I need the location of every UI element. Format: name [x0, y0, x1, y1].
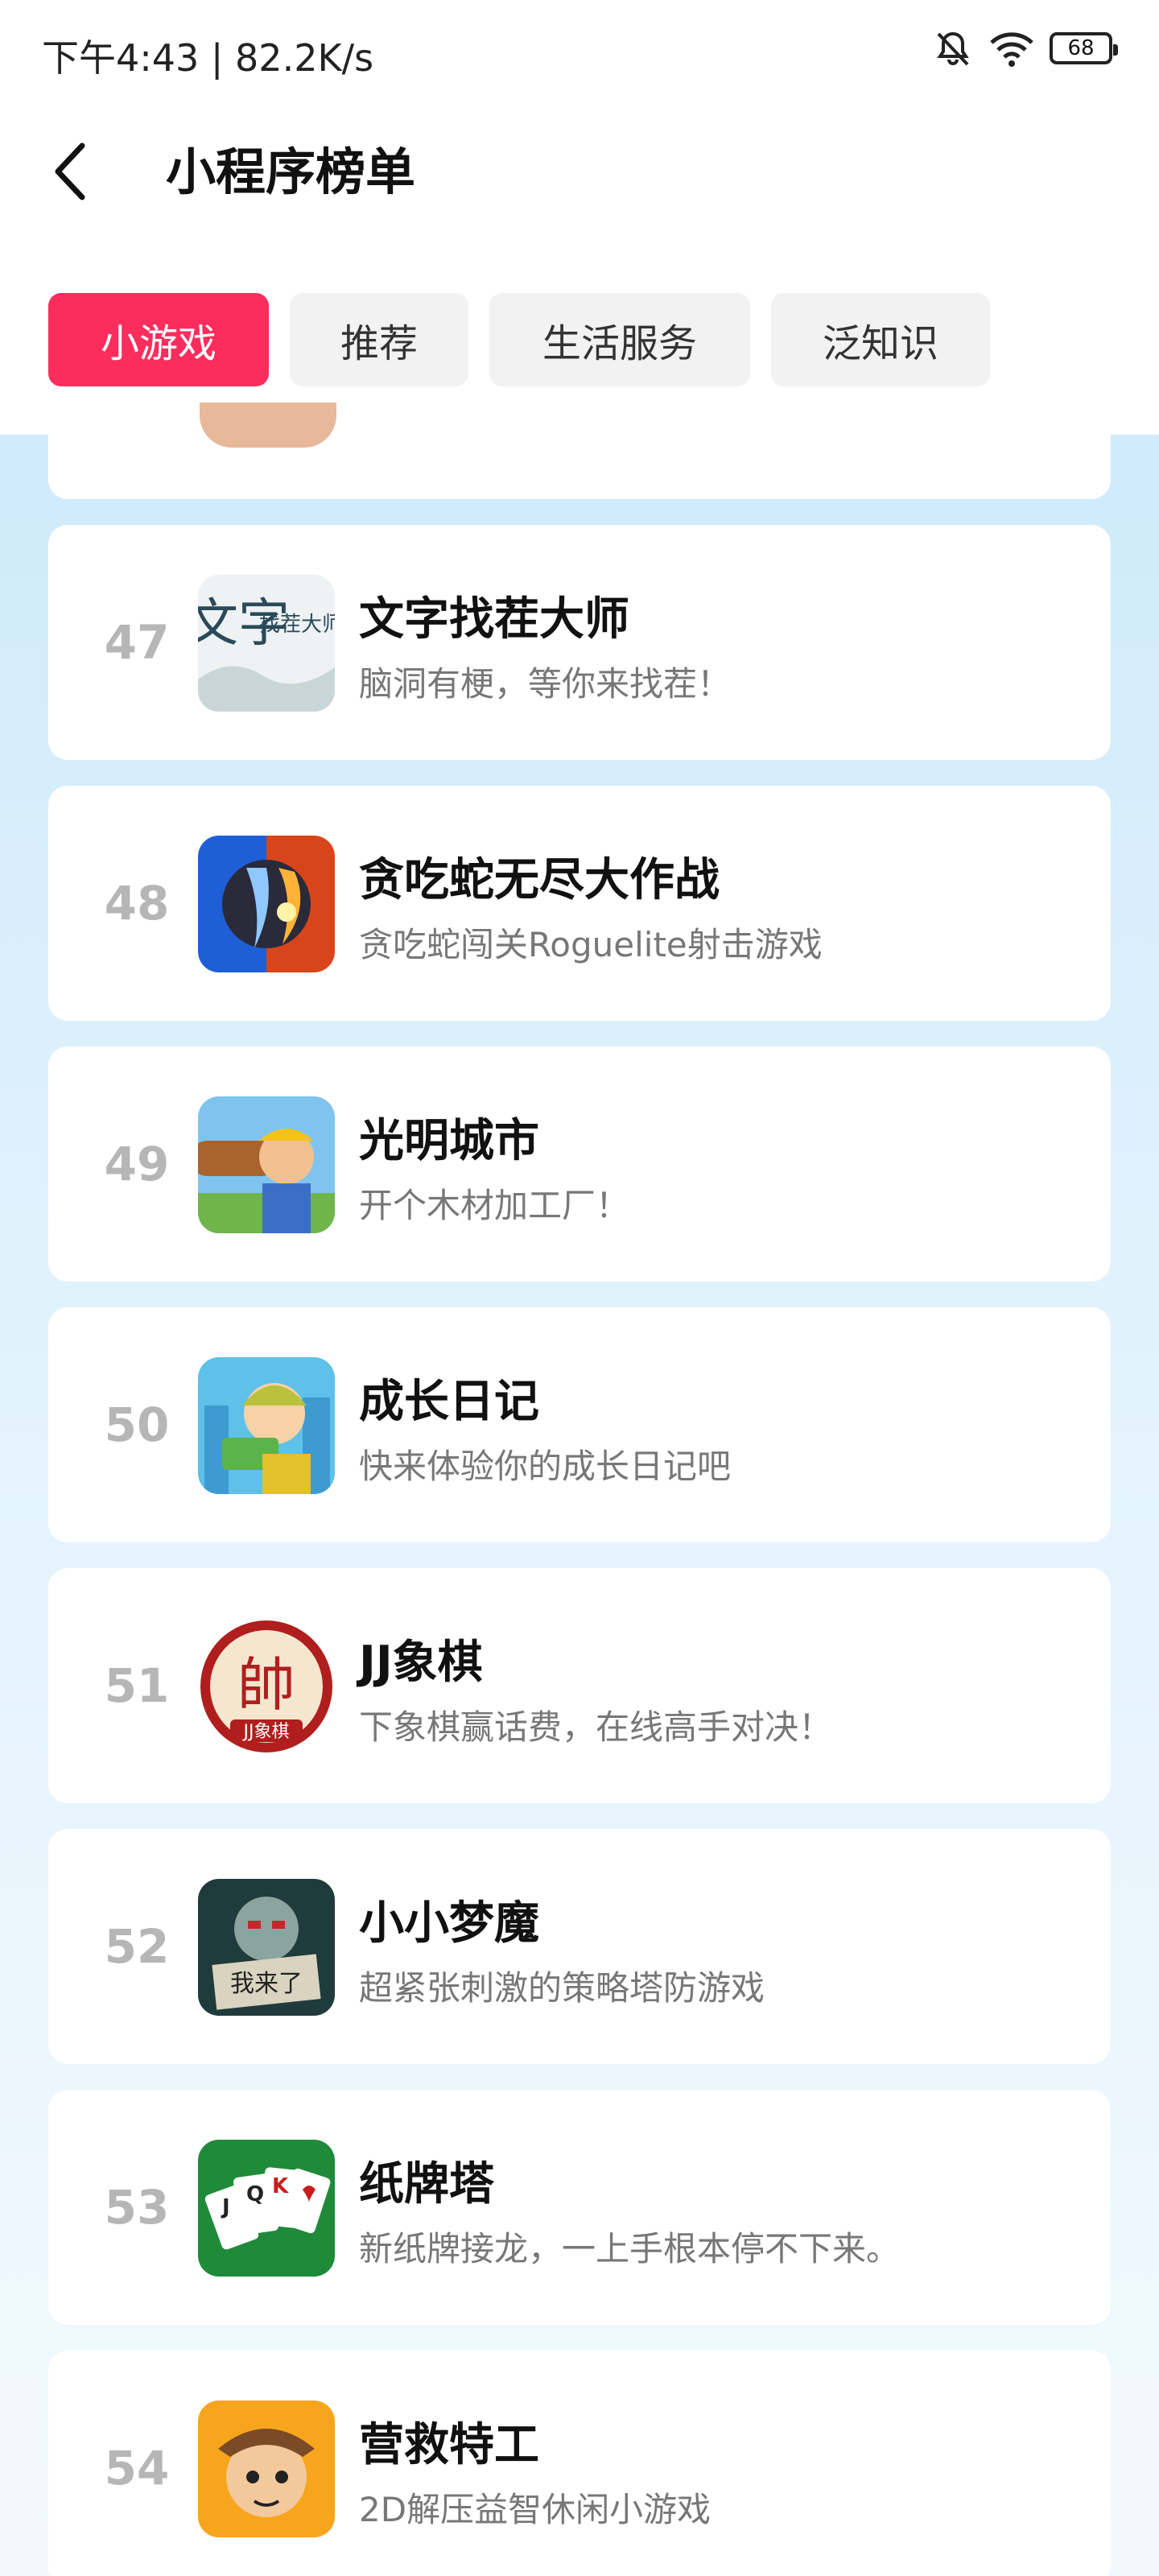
- tab-mini-games[interactable]: 小游戏: [48, 293, 269, 386]
- bell-muted-icon: [937, 31, 969, 66]
- tab-knowledge[interactable]: 泛知识: [771, 293, 990, 386]
- list-item[interactable]: 49 光明城市 开个木材加工厂！: [48, 1046, 1111, 1282]
- game-icon: [198, 1357, 335, 1494]
- game-icon: 文字 找茬大师: [198, 575, 335, 712]
- game-name: 小小梦魔: [359, 1897, 539, 1950]
- rank-number: 51: [104, 1658, 170, 1713]
- game-description: 开个木材加工厂！: [359, 1186, 630, 1225]
- status-bar: 下午4:43 | 82.2K/s 68: [0, 0, 1159, 105]
- icon-text-sub: JJ象棋: [242, 1722, 290, 1742]
- header: 小程序榜单 小游戏 推荐 生活服务 泛知识: [0, 105, 1159, 435]
- svg-text:K: K: [272, 2174, 289, 2198]
- game-description: 超紧张刺激的策略塔防游戏: [359, 1968, 765, 2008]
- chevron-left-icon: [55, 142, 85, 200]
- svg-text:Q: Q: [246, 2182, 264, 2207]
- game-description: 新纸牌接龙，一上手根本停不下来。: [359, 2229, 901, 2268]
- rank-number: 50: [104, 1397, 170, 1452]
- game-icon: J Q K: [198, 2140, 335, 2277]
- game-name: 贪吃蛇无尽大作战: [359, 854, 720, 906]
- battery-level: 68: [1067, 36, 1095, 60]
- rank-number: 48: [104, 876, 170, 931]
- icon-text-sub: 我来了: [230, 1970, 303, 1998]
- rank-number: 53: [104, 2180, 170, 2235]
- game-icon: [198, 2401, 335, 2537]
- list-item[interactable]: 52 我来了 小小梦魔 超紧张刺激的策略塔防游戏: [48, 1829, 1111, 2064]
- category-tabs: 小游戏 推荐 生活服务 泛知识: [48, 293, 990, 386]
- list-item[interactable]: 48 贪吃蛇无尽大作战 贪吃蛇闯关Roguelite射击游戏: [48, 786, 1111, 1021]
- game-icon: [198, 1096, 335, 1233]
- wifi-icon: [990, 32, 1033, 67]
- game-icon: 帥 JJ象棋: [198, 1618, 335, 1755]
- game-description: 快来体验你的成长日记吧: [359, 1447, 732, 1486]
- status-time: 下午4:43 | 82.2K/s: [42, 36, 374, 80]
- game-name: 营救特工: [359, 2419, 539, 2471]
- game-description: 下象棋赢话费，在线高手对决！: [359, 1707, 833, 1747]
- game-name: JJ象棋: [359, 1637, 483, 1689]
- list-item[interactable]: 50 成长日记 快来体验你的成长日记吧: [48, 1307, 1111, 1542]
- game-icon: [198, 836, 335, 972]
- list-item-partial[interactable]: [48, 402, 1111, 499]
- list-item[interactable]: 47 文字 找茬大师 文字找茬大师 脑洞有梗，等你来找茬！: [48, 525, 1111, 760]
- status-icons: 68: [932, 27, 1118, 69]
- game-description: 贪吃蛇闯关Roguelite射击游戏: [359, 925, 823, 964]
- svg-text:J: J: [221, 2195, 230, 2219]
- back-button[interactable]: [50, 135, 106, 208]
- rank-number: 49: [104, 1137, 170, 1191]
- game-icon: 我来了: [198, 1879, 335, 2016]
- battery-icon: 68: [1050, 32, 1118, 64]
- game-icon-partial: [200, 402, 336, 448]
- list-item[interactable]: 54 营救特工 2D解压益智休闲小游戏: [48, 2351, 1111, 2576]
- rank-number: 47: [104, 615, 170, 670]
- icon-text-side: 找茬大师: [259, 613, 335, 636]
- game-name: 成长日记: [359, 1376, 539, 1428]
- list-item[interactable]: 53 J Q K 纸牌塔 新纸牌接龙，一上手根本停不下来。: [48, 2090, 1111, 2325]
- game-description: 脑洞有梗，等你来找茬！: [359, 664, 732, 704]
- game-description: 2D解压益智休闲小游戏: [359, 2490, 711, 2529]
- icon-text-main: 帥: [237, 1653, 295, 1718]
- rank-number: 52: [104, 1919, 170, 1974]
- tab-recommended[interactable]: 推荐: [290, 293, 468, 386]
- page-title: 小程序榜单: [166, 142, 416, 201]
- tab-life-services[interactable]: 生活服务: [489, 293, 750, 386]
- game-name: 光明城市: [359, 1115, 539, 1167]
- rank-number: 54: [104, 2441, 170, 2496]
- game-name: 纸牌塔: [359, 2158, 494, 2211]
- game-name: 文字找茬大师: [359, 593, 629, 646]
- list-item[interactable]: 51 帥 JJ象棋 JJ象棋 下象棋赢话费，在线高手对决！: [48, 1568, 1111, 1803]
